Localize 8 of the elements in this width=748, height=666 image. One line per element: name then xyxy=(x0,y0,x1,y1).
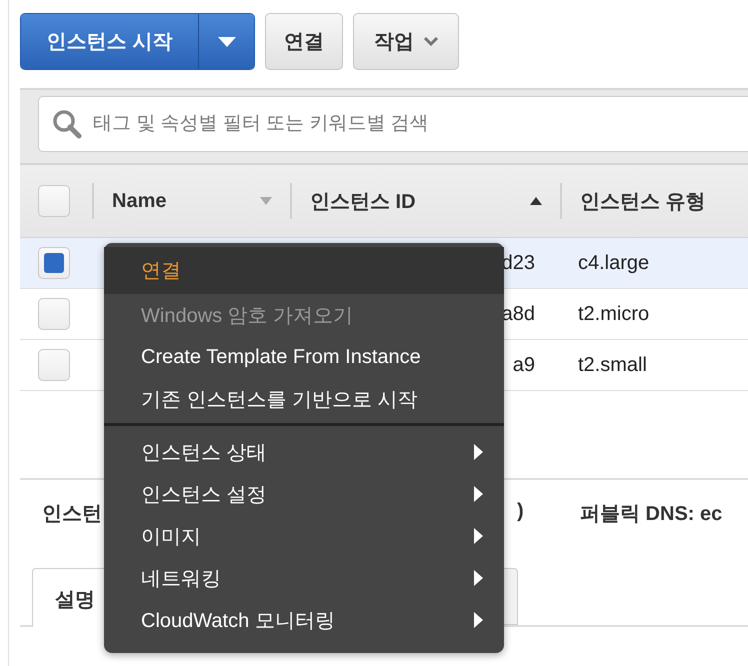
details-heading: 인스턴 xyxy=(42,502,102,527)
details-heading: ) xyxy=(517,500,524,523)
public-dns-label: 퍼블릭 DNS: ec xyxy=(580,502,722,527)
table-cell: a8d xyxy=(502,302,535,326)
table-cell: c4.large xyxy=(578,252,650,274)
table-cell: t2.small xyxy=(578,354,647,376)
table-cell: t2.micro xyxy=(578,302,650,326)
table-cell: a9 xyxy=(512,354,535,376)
